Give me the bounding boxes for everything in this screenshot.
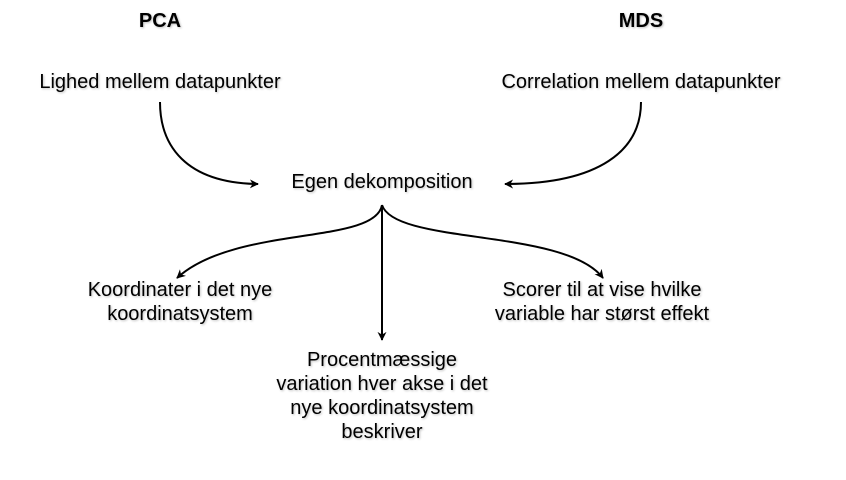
center-node: Egen dekomposition	[291, 171, 473, 193]
arrow-center-to-coordinates	[176, 204, 383, 279]
arrow-center-to-scores	[381, 204, 604, 279]
arrow-pca-input-to-center	[159, 101, 259, 189]
pca-input-node: Lighed mellem datapunkter	[39, 71, 281, 93]
coordinates-output-node: Koordinater i det nye koordinatsystem	[87, 279, 273, 325]
mds-heading: MDS	[618, 10, 664, 32]
scores-output-node: Scorer til at vise hvilke variable har s…	[494, 279, 710, 325]
arrow-mds-input-to-center	[504, 101, 642, 189]
pca-heading: PCA	[138, 10, 182, 32]
variation-output-node: Procentmæssige variation hver akse i det…	[276, 349, 488, 443]
mds-input-node: Correlation mellem datapunkter	[501, 71, 781, 93]
diagram-canvas: PCA MDS Lighed mellem datapunkter Correl…	[0, 0, 846, 480]
